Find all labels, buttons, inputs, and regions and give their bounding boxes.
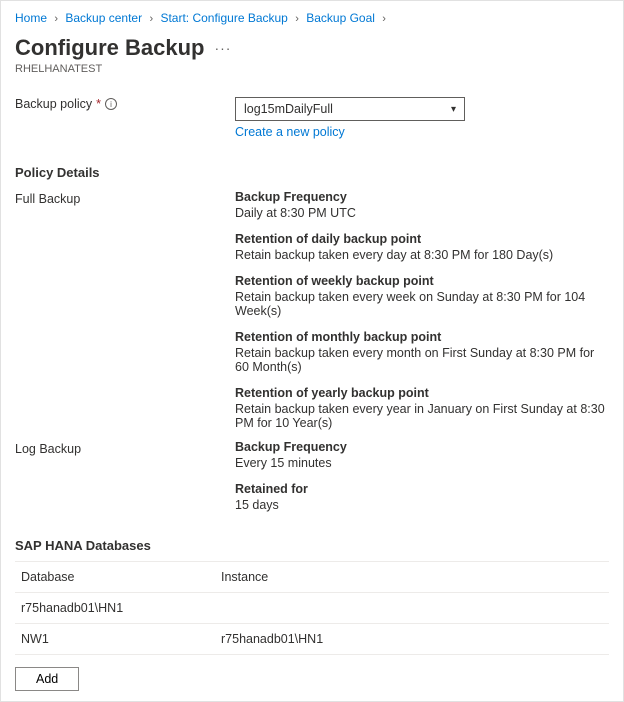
table-header-instance[interactable]: Instance xyxy=(215,562,609,593)
full-backup-label: Full Backup xyxy=(15,190,235,206)
table-cell-instance xyxy=(215,593,609,624)
chevron-down-icon: ▾ xyxy=(451,104,456,115)
breadcrumb: Home › Backup center › Start: Configure … xyxy=(15,11,609,25)
detail-text: Every 15 minutes xyxy=(235,456,609,470)
create-policy-link[interactable]: Create a new policy xyxy=(235,125,345,139)
page-title: Configure Backup xyxy=(15,35,204,61)
breadcrumb-item[interactable]: Backup center xyxy=(65,11,142,25)
more-icon[interactable]: ··· xyxy=(214,40,231,56)
full-backup-content: Backup Frequency Daily at 8:30 PM UTC Re… xyxy=(235,190,609,430)
backup-policy-select[interactable]: log15mDailyFull ▾ xyxy=(235,97,465,121)
policy-details-title: Policy Details xyxy=(15,165,609,180)
page-subtitle: RHELHANATEST xyxy=(15,63,609,75)
detail-text: Retain backup taken every day at 8:30 PM… xyxy=(235,248,609,262)
table-row[interactable]: NW1 r75hanadb01\HN1 xyxy=(15,624,609,655)
detail-heading: Retention of yearly backup point xyxy=(235,386,609,400)
detail-text: Retain backup taken every month on First… xyxy=(235,346,609,374)
chevron-right-icon: › xyxy=(382,13,386,25)
add-button[interactable]: Add xyxy=(15,667,79,691)
log-backup-content: Backup Frequency Every 15 minutes Retain… xyxy=(235,440,609,512)
detail-heading: Retention of daily backup point xyxy=(235,232,609,246)
backup-policy-value: log15mDailyFull xyxy=(244,102,333,116)
table-row[interactable]: r75hanadb01\HN1 xyxy=(15,593,609,624)
table-cell-database: NW1 xyxy=(15,624,215,655)
detail-heading: Retention of weekly backup point xyxy=(235,274,609,288)
databases-title: SAP HANA Databases xyxy=(15,538,609,553)
detail-heading: Backup Frequency xyxy=(235,440,609,454)
detail-heading: Backup Frequency xyxy=(235,190,609,204)
databases-table: Database Instance r75hanadb01\HN1 NW1 r7… xyxy=(15,561,609,655)
backup-policy-label: Backup policy * i xyxy=(15,97,235,111)
required-icon: * xyxy=(96,97,101,111)
chevron-right-icon: › xyxy=(295,13,299,25)
chevron-right-icon: › xyxy=(54,13,58,25)
table-cell-database: r75hanadb01\HN1 xyxy=(15,593,215,624)
detail-heading: Retention of monthly backup point xyxy=(235,330,609,344)
detail-heading: Retained for xyxy=(235,482,609,496)
table-header-database[interactable]: Database xyxy=(15,562,215,593)
breadcrumb-item[interactable]: Home xyxy=(15,11,47,25)
detail-text: Retain backup taken every year in Januar… xyxy=(235,402,609,430)
table-cell-instance: r75hanadb01\HN1 xyxy=(215,624,609,655)
chevron-right-icon: › xyxy=(149,13,153,25)
breadcrumb-item[interactable]: Start: Configure Backup xyxy=(160,11,287,25)
breadcrumb-item[interactable]: Backup Goal xyxy=(306,11,375,25)
detail-text: 15 days xyxy=(235,498,609,512)
log-backup-label: Log Backup xyxy=(15,440,235,456)
detail-text: Retain backup taken every week on Sunday… xyxy=(235,290,609,318)
detail-text: Daily at 8:30 PM UTC xyxy=(235,206,609,220)
info-icon[interactable]: i xyxy=(105,98,117,110)
